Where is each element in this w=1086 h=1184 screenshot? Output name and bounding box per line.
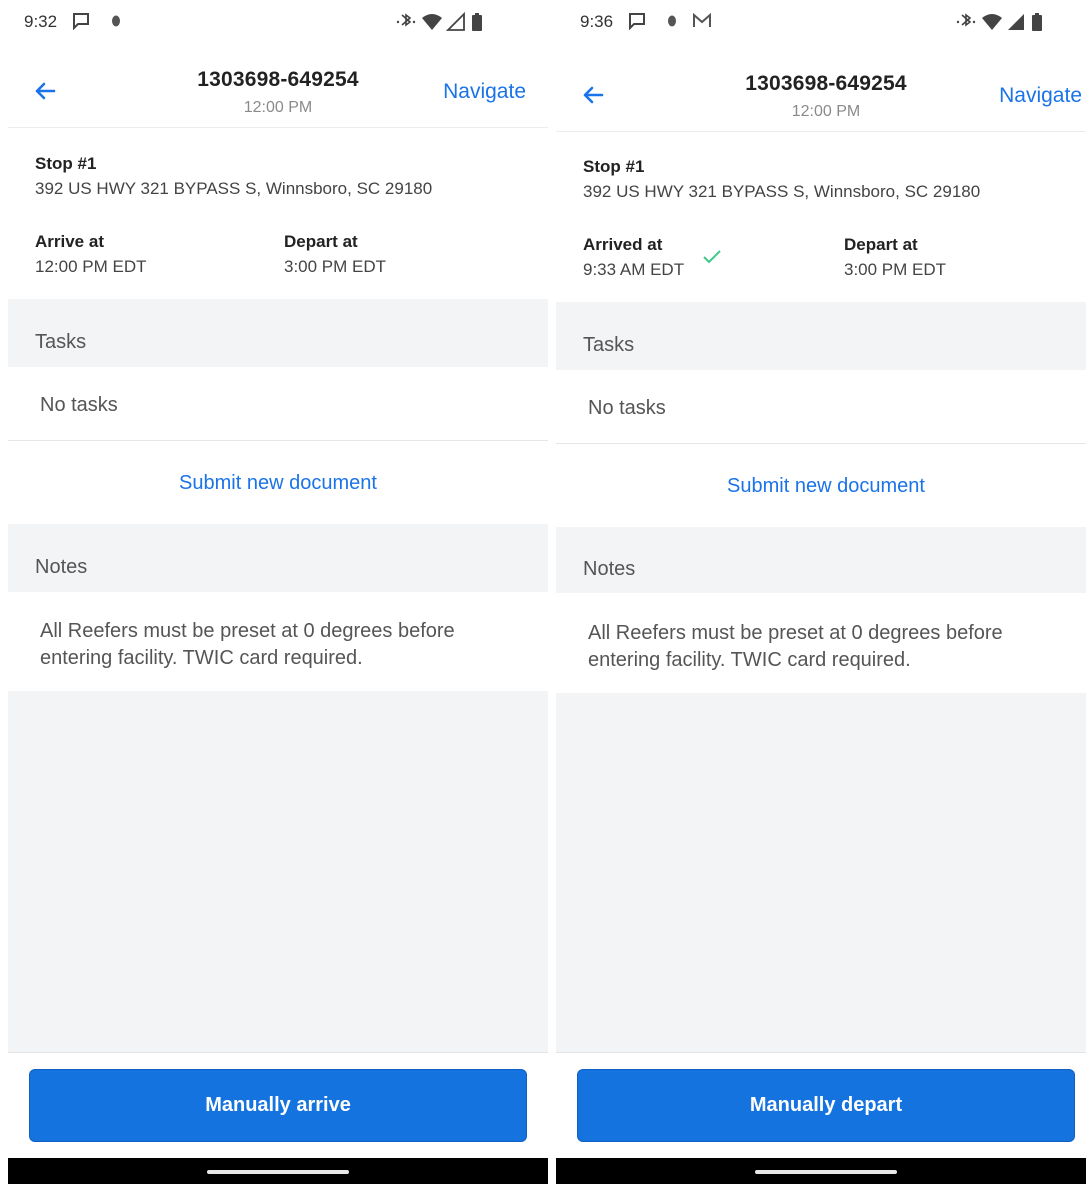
signal-icon xyxy=(445,11,465,31)
chat-icon xyxy=(73,13,89,30)
depart-label: Depart at xyxy=(844,235,918,254)
manually-arrive-button[interactable]: Manually arrive xyxy=(29,1069,527,1142)
app-bar: 1303698-649254 12:00 PM Navigate xyxy=(556,56,1086,132)
arrived-label: Arrived at xyxy=(583,235,663,254)
app-icon xyxy=(112,15,120,27)
system-nav-bar xyxy=(556,1158,1086,1184)
status-bar: 9:32 xyxy=(8,0,548,44)
tasks-header: Tasks xyxy=(35,331,87,353)
battery-icon xyxy=(472,13,482,31)
wifi-icon xyxy=(422,14,442,30)
tasks-header: Tasks xyxy=(583,334,635,356)
manually-depart-button[interactable]: Manually depart xyxy=(577,1069,1075,1142)
arrive-time: 12:00 PM EDT xyxy=(35,257,147,276)
submit-document-button[interactable]: Submit new document xyxy=(8,472,548,495)
signal-icon xyxy=(1008,14,1024,30)
home-handle[interactable] xyxy=(207,1170,349,1174)
navigate-button[interactable]: Navigate xyxy=(999,84,1082,108)
tasks-section-header: Tasks xyxy=(8,299,548,367)
bottom-action-area: Manually arrive xyxy=(8,1052,548,1158)
system-nav-bar xyxy=(8,1158,548,1184)
empty-area xyxy=(8,691,548,1052)
stop-label: Stop #1 xyxy=(583,157,645,176)
check-icon xyxy=(703,250,721,264)
depart-time: 3:00 PM EDT xyxy=(284,257,387,276)
phone-screen-right: 9:36 1303698-649254 12:00 PM Navigate St… xyxy=(556,0,1086,1184)
stop-label: Stop #1 xyxy=(35,154,97,173)
status-time: 9:32 xyxy=(24,12,58,31)
status-bar: 9:36 xyxy=(556,0,1086,44)
bottom-action-area: Manually depart xyxy=(556,1052,1086,1158)
battery-icon xyxy=(1032,13,1042,31)
phone-screen-left: 9:32 1303698-649254 12:00 PM Navigate St… xyxy=(8,0,548,1184)
notes-header: Notes xyxy=(35,556,88,578)
bluetooth-icon xyxy=(396,13,416,27)
bluetooth-icon xyxy=(956,13,976,27)
home-handle[interactable] xyxy=(755,1170,897,1174)
gmail-icon xyxy=(693,13,711,27)
empty-area xyxy=(556,693,1086,1052)
navigate-button[interactable]: Navigate xyxy=(443,80,526,104)
notes-text: All Reefers must be preset at 0 degrees … xyxy=(588,622,1003,671)
notes-header: Notes xyxy=(583,558,636,580)
arrived-time: 9:33 AM EDT xyxy=(583,260,685,279)
depart-time: 3:00 PM EDT xyxy=(844,260,947,279)
divider xyxy=(8,440,548,441)
notes-section-header: Notes xyxy=(8,524,548,592)
notes-text: All Reefers must be preset at 0 degrees … xyxy=(40,620,455,669)
depart-label: Depart at xyxy=(284,232,358,251)
tasks-empty-text: No tasks xyxy=(588,397,666,419)
stop-address: 392 US HWY 321 BYPASS S, Winnsboro, SC 2… xyxy=(35,179,433,198)
divider xyxy=(556,443,1086,444)
status-icons xyxy=(956,11,1068,38)
submit-document-button[interactable]: Submit new document xyxy=(556,475,1086,498)
app-icon xyxy=(668,15,676,27)
app-bar: 1303698-649254 12:00 PM Navigate xyxy=(8,52,548,128)
status-icons xyxy=(396,11,508,38)
stop-address: 392 US HWY 321 BYPASS S, Winnsboro, SC 2… xyxy=(583,182,981,201)
notes-section-header: Notes xyxy=(556,527,1086,593)
tasks-empty-text: No tasks xyxy=(40,394,118,416)
tasks-section-header: Tasks xyxy=(556,302,1086,370)
arrive-label: Arrive at xyxy=(35,232,104,251)
status-time: 9:36 xyxy=(580,12,614,31)
chat-icon xyxy=(629,13,645,30)
wifi-icon xyxy=(982,14,1002,30)
